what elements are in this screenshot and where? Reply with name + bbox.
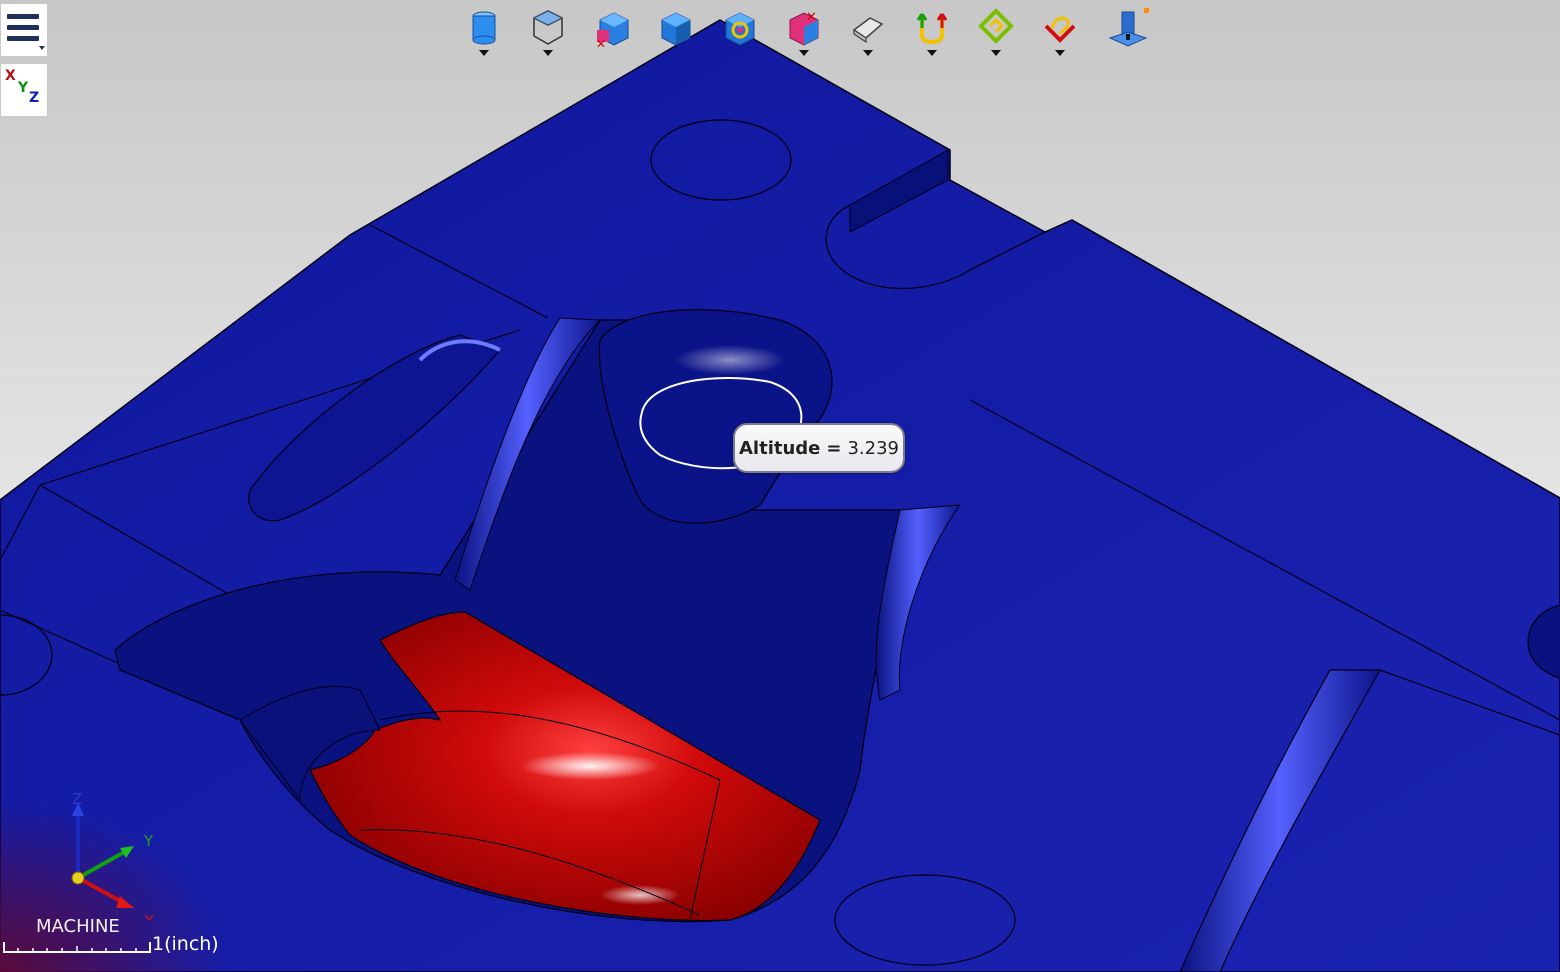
dropdown-caret: [863, 50, 873, 56]
axes-arrows-icon: [916, 13, 948, 44]
triad-origin: [71, 871, 85, 885]
axes-arrows-button[interactable]: [910, 6, 954, 60]
triad-x-label: X: [144, 912, 154, 920]
delete-part-icon: ✕: [789, 10, 819, 46]
wireframe-box-button[interactable]: [526, 6, 570, 60]
dropdown-caret: [991, 50, 1001, 56]
refresh-stock-button[interactable]: [718, 6, 762, 60]
axes-z-letter: Z: [29, 90, 40, 106]
toolpath-diamond-button[interactable]: [974, 6, 1018, 60]
cylinder-stock-button[interactable]: [462, 6, 506, 60]
altitude-value: 3.239: [847, 437, 899, 459]
axes-toggle-button[interactable]: X Y Z: [0, 63, 48, 117]
dropdown-caret: [799, 50, 809, 56]
y-axis-arrow: [77, 848, 129, 880]
altitude-tooltip: Altitude = 3.239: [733, 423, 905, 473]
part-model[interactable]: [0, 0, 1560, 972]
altitude-equals: =: [826, 437, 842, 459]
scale-bar: [3, 942, 151, 953]
toolpath-flip-icon: [1044, 16, 1076, 43]
view-toolbar: ✕ ✕: [462, 6, 1162, 60]
scale-bar-label: 1(inch): [152, 933, 219, 955]
dropdown-caret: [1055, 50, 1065, 56]
toolpath-flip-button[interactable]: [1038, 6, 1082, 60]
3d-viewport[interactable]: X Y Z ✕ ✕ Altitude = 3.239 Z Y MACHINE 1…: [0, 0, 1560, 972]
svg-text:✕: ✕: [596, 37, 606, 48]
remove-stock-button[interactable]: ✕: [590, 6, 634, 60]
refresh-stock-icon: [725, 12, 755, 46]
svg-text:✕: ✕: [806, 10, 817, 25]
machine-tool-icon: [1108, 8, 1149, 47]
eraser-button[interactable]: [846, 6, 890, 60]
solid-box-button[interactable]: [654, 6, 698, 60]
axis-triad: Z Y X: [71, 790, 154, 920]
dropdown-caret: [479, 50, 489, 56]
main-menu-button[interactable]: [0, 3, 48, 57]
triad-y-label: Y: [143, 832, 154, 850]
solid-box-icon: [661, 12, 691, 46]
triad-z-label: Z: [72, 790, 82, 808]
machine-tool-button[interactable]: [1102, 6, 1149, 60]
axes-y-letter: Y: [18, 80, 29, 96]
delete-part-button[interactable]: ✕: [782, 6, 826, 60]
remove-stock-icon: ✕: [596, 12, 629, 48]
cylinder-stock-icon: [472, 11, 496, 45]
dropdown-caret: [543, 50, 553, 56]
axes-x-letter: X: [5, 68, 16, 84]
altitude-label: Altitude: [738, 437, 821, 459]
wireframe-box-icon: [533, 10, 563, 45]
toolpath-diamond-icon: [978, 8, 1014, 44]
coordinate-system-label: MACHINE: [36, 916, 120, 937]
dropdown-caret: [927, 50, 937, 56]
eraser-icon: [852, 17, 884, 44]
